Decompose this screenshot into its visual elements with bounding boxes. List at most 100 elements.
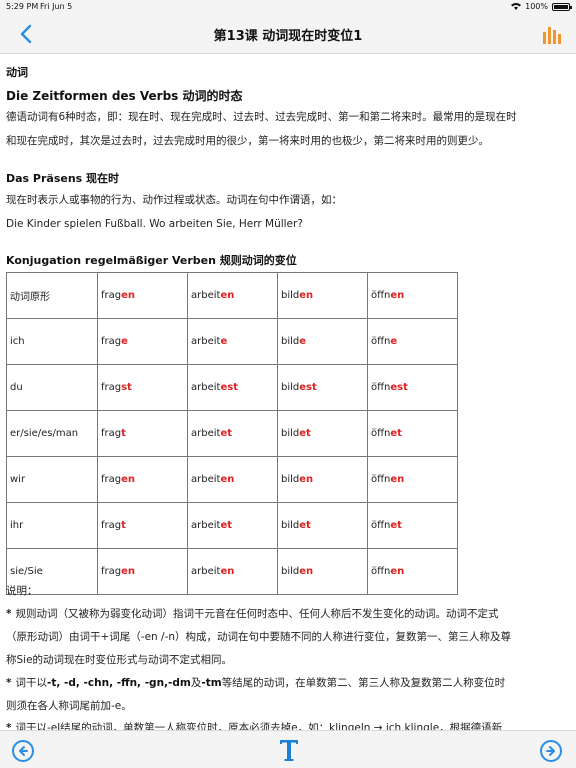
verb-ending: et (390, 428, 402, 439)
verb-ending: est (299, 382, 317, 393)
verb-ending: t (121, 520, 126, 531)
table-cell-form: fragen (97, 272, 188, 319)
note-3-star: * (6, 722, 12, 730)
verb-stem: bild (281, 428, 300, 439)
verb-ending: e (299, 336, 307, 347)
table-row: wir fragen arbeiten bilden öffnen (6, 456, 458, 503)
para-tenses-line2: 和现在完成时，其次是过去时，过去完成时用的很少，第一将来时用的也极少，第二将来时… (6, 135, 489, 147)
table-cell-person: er/sie/es/man (6, 410, 98, 457)
verb-stem: öffn (371, 290, 391, 301)
table-cell-form: fragen (97, 456, 188, 503)
verb-stem: frag (101, 520, 122, 531)
verb-ending: en (390, 566, 405, 577)
battery-icon (552, 2, 572, 11)
verb-stem: arbeit (191, 336, 221, 347)
font-size-icon[interactable] (277, 736, 301, 764)
verb-ending: en (299, 290, 314, 301)
table-row: 动词原形 fragen arbeiten bilden öffnen (6, 272, 458, 319)
verb-stem: arbeit (191, 566, 221, 577)
note-2-post: 等结尾的动词，在单数第二、第三人称及复数第二人称变位时 (221, 677, 506, 689)
table-cell-form: fragst (97, 364, 188, 411)
note-3-partial: 词干以-el结尾的动词，单数第一人称变位时，原本必须去掉e，如：klingeln… (15, 722, 503, 730)
arrow-left-circle-icon[interactable] (12, 740, 34, 762)
table-cell-form: öffne (367, 318, 458, 365)
status-bar: 5:29 PM Fri Jun 5 100% (0, 0, 576, 14)
table-cell-form: bildet (277, 410, 368, 457)
table-cell-form: fragt (97, 502, 188, 549)
note-3: * 词干以-el结尾的动词，单数第一人称变位时，原本必须去掉e，如：klingel… (6, 718, 566, 730)
para-present-line1: 现在时表示人或事物的行为、动作过程或状态。动词在句中作谓语，如： (6, 194, 342, 206)
note-2-mid: 及 (190, 677, 202, 689)
verb-stem: öffn (371, 336, 391, 347)
verb-stem: frag (101, 290, 122, 301)
verb-stem: bild (281, 520, 300, 531)
bottom-toolbar (0, 730, 576, 768)
bar-chart-icon[interactable] (542, 24, 562, 44)
table-cell-form: bilden (277, 456, 368, 503)
verb-stem: frag (101, 566, 122, 577)
wifi-icon (511, 3, 522, 10)
verb-ending: en (121, 474, 136, 485)
verb-stem: bild (281, 474, 300, 485)
para-present-example: Die Kinder spielen Fußball. Wo arbeiten … (6, 218, 303, 230)
note-2-line2: 则须在各人称词尾前加-e。 (6, 700, 132, 712)
table-cell-form: arbeiten (187, 272, 278, 319)
verb-stem: arbeit (191, 520, 221, 531)
note-1-line2: （原形动词）由词干+词尾（-en /-n）构成，动词在句中要随不同的人称进行变位… (6, 631, 512, 643)
status-time: 5:29 PM (6, 2, 39, 11)
verb-stem: öffn (371, 520, 391, 531)
verb-ending: et (220, 428, 233, 439)
note-2-pre: 词干以 (15, 677, 48, 689)
verb-ending: e (121, 336, 128, 347)
verb-ending: en (299, 474, 314, 485)
verb-ending: en (390, 290, 405, 301)
verb-stem: frag (101, 382, 122, 393)
table-cell-form: öffnen (367, 456, 458, 503)
table-cell-form: bildest (277, 364, 368, 411)
verb-ending: et (390, 520, 402, 531)
verb-stem: frag (101, 428, 122, 439)
verb-ending: en (121, 566, 136, 577)
notes-section: 说明： * 规则动词（又被称为弱变化动词）指词干元音在任何时态中、任何人称后不发生… (6, 580, 566, 730)
verb-ending: en (299, 566, 314, 577)
table-cell-person: ich (6, 318, 98, 365)
verb-stem: bild (281, 290, 300, 301)
table-cell-form: arbeitest (187, 364, 278, 411)
note-1-line1: 规则动词（又被称为弱变化动词）指词干元音在任何时态中、任何人称后不发生变化的动词… (15, 608, 499, 620)
verb-ending: st (121, 382, 132, 393)
verb-stem: öffn (371, 566, 391, 577)
table-cell-form: arbeite (187, 318, 278, 365)
status-right: 100% (511, 2, 572, 11)
status-date: Fri Jun 5 (40, 2, 73, 11)
table-cell-person: du (6, 364, 98, 411)
note-1: * 规则动词（又被称为弱变化动词）指词干元音在任何时态中、任何人称后不发生变化的动… (6, 603, 566, 626)
verb-ending: en (220, 474, 235, 485)
table-cell-person: 动词原形 (6, 272, 98, 319)
battery-fill (554, 4, 568, 9)
heading-conjugation: Konjugation regelmäßiger Verben 规则动词的变位 (6, 254, 297, 267)
verb-ending: et (220, 520, 233, 531)
table-row: er/sie/es/man fragt arbeitet bildet öffnet (6, 410, 458, 457)
verb-stem: ich (10, 336, 25, 347)
lesson-content[interactable]: 动词 Die Zeitformen des Verbs 动词的时态 德语动词有6… (0, 54, 576, 730)
table-row: ich frage arbeite bilde öffne (6, 318, 458, 365)
verb-stem: arbeit (191, 382, 221, 393)
conjugation-table-body: 动词原形 fragen arbeiten bilden öffnen ich frage ar… (6, 272, 458, 595)
verb-stem: du (10, 382, 23, 393)
verb-stem: öffn (371, 428, 391, 439)
table-cell-form: öffnet (367, 410, 458, 457)
verb-stem: frag (101, 336, 122, 347)
table-cell-form: arbeitet (187, 410, 278, 457)
note-2-bold: -t, -d, -chn, -ffn, -gn,-dm (47, 677, 191, 689)
verb-stem: bild (281, 382, 300, 393)
arrow-left-glyph (19, 746, 28, 756)
verb-stem: ihr (10, 520, 24, 531)
note-2: * 词干以-t, -d, -chn, -ffn, -gn,-dm及-tm等结尾的动… (6, 672, 566, 695)
verb-ending: est (390, 382, 408, 393)
verb-stem: bild (281, 336, 300, 347)
verb-ending: e (390, 336, 398, 347)
verb-stem: arbeit (191, 474, 221, 485)
arrow-right-circle-icon[interactable] (540, 740, 562, 762)
verb-ending: en (121, 290, 136, 301)
section-label: 动词 (6, 66, 28, 79)
